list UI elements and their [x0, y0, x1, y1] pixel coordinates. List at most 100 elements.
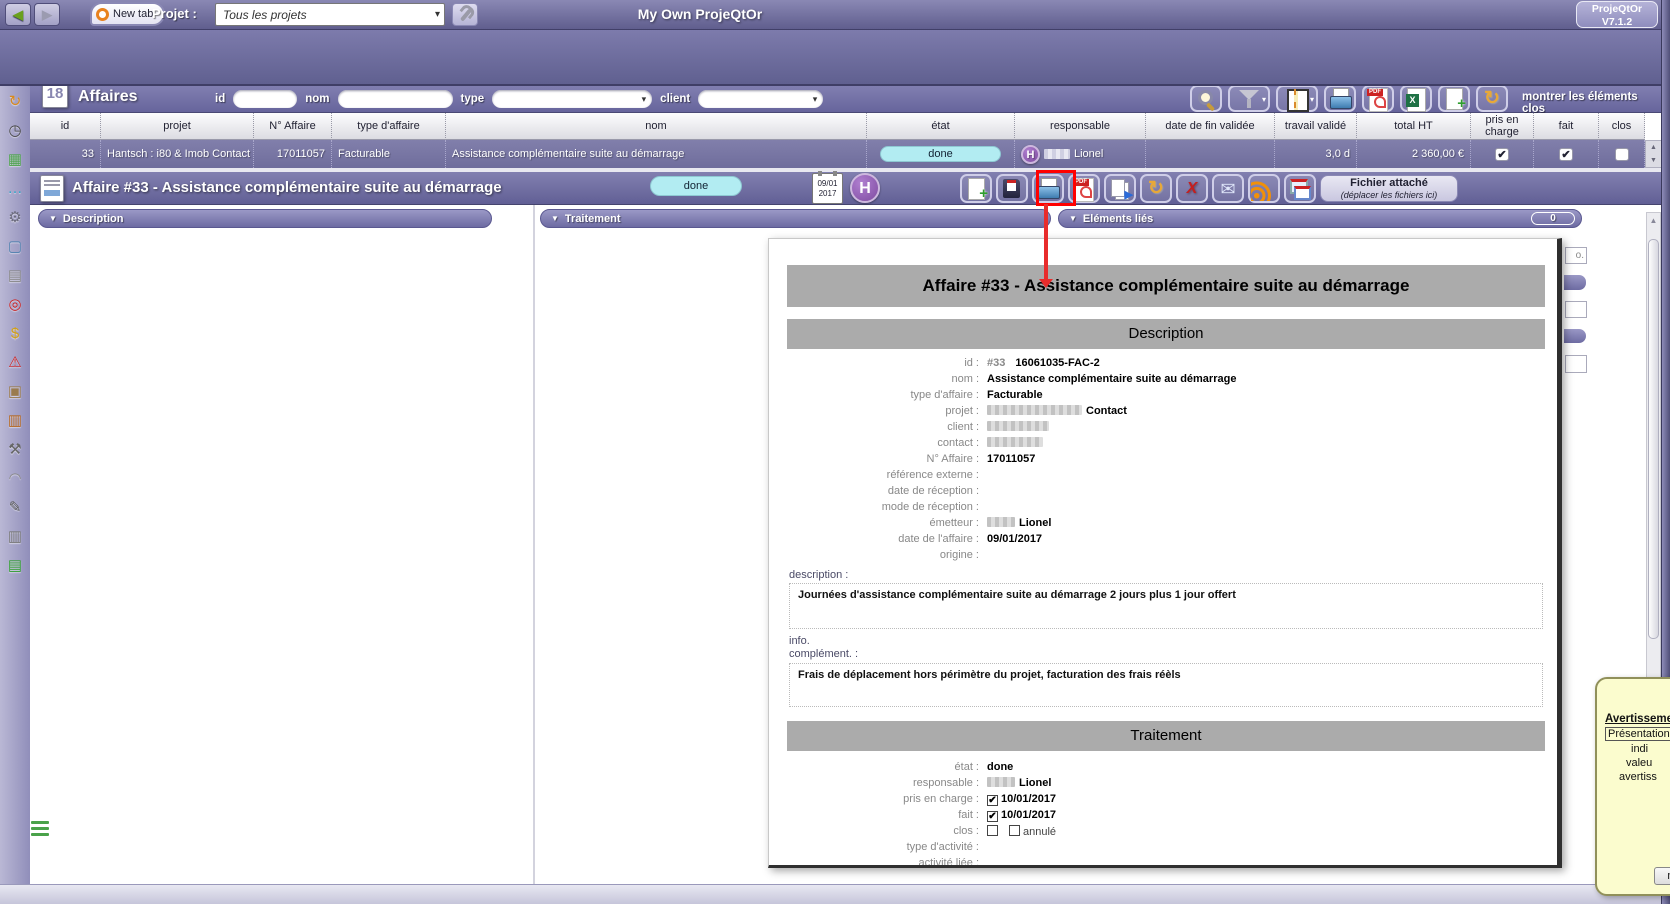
caret-down-icon: ▾	[1310, 95, 1314, 104]
project-select[interactable]: Tous les projets ▾	[215, 3, 445, 26]
add-button[interactable]: +	[1438, 85, 1470, 112]
pdf-field-label: date de l'affaire :	[769, 533, 979, 545]
green-doc-icon[interactable]: ▤	[8, 557, 22, 574]
scroll-down-icon[interactable]: ▼	[1646, 154, 1661, 167]
copy-button[interactable]: ▶	[1104, 174, 1136, 203]
excel-button[interactable]: X	[1400, 85, 1432, 112]
print-button[interactable]	[1324, 85, 1356, 112]
columns-button[interactable]: ▾	[1276, 85, 1318, 112]
search-button[interactable]	[1190, 85, 1222, 112]
column-header-projet[interactable]: projet	[101, 113, 254, 140]
warning-dismiss-button[interactable]: m	[1654, 867, 1670, 885]
column-header-type-d-affaire[interactable]: type d'affaire	[332, 113, 446, 140]
mag-icon	[1193, 87, 1219, 111]
mail-button[interactable]: ✉	[1212, 174, 1244, 203]
panel-title: Description	[63, 213, 124, 225]
row-cell: 3,0 d	[1275, 140, 1357, 168]
filter-id-input[interactable]	[233, 90, 297, 108]
org-chart-icon[interactable]: ▦	[8, 151, 22, 168]
app-title: My Own ProjeQtOr	[638, 6, 762, 22]
responsible-avatar: H	[850, 173, 880, 203]
column-header-fait[interactable]: fait	[1534, 113, 1599, 140]
refresh-button[interactable]: ↻	[1140, 174, 1172, 203]
column-header-nom[interactable]: nom	[446, 113, 867, 140]
clone-button[interactable]	[1284, 174, 1316, 203]
pdf-icon: PDF	[1365, 87, 1391, 111]
gear-icon[interactable]: ⚙	[8, 209, 21, 226]
pen-icon[interactable]: ✎	[9, 499, 22, 516]
row-cell: 33	[30, 140, 101, 168]
money-bag-icon[interactable]: $	[11, 325, 19, 342]
obscured-fragment	[1565, 355, 1587, 373]
pdf-button[interactable]: PDF	[1362, 85, 1394, 112]
obscured-fragment	[1565, 301, 1587, 318]
annotation-arrow	[1044, 204, 1048, 280]
checkbox[interactable]	[1615, 148, 1629, 161]
description-panel-header[interactable]: ▼ Description	[38, 209, 492, 228]
filter-type-select[interactable]: ▾	[492, 90, 652, 108]
monitor-icon[interactable]: ▢	[8, 238, 22, 255]
pdf-field-label: client :	[769, 421, 979, 433]
target-icon[interactable]: ◎	[8, 296, 21, 313]
column-header-pris-en-charge[interactable]: pris en charge	[1471, 113, 1534, 140]
pdf-field-label: nom :	[769, 373, 979, 385]
panel-resizer[interactable]	[533, 205, 535, 884]
column-header-date-de-fin-valid-e[interactable]: date de fin validée	[1146, 113, 1275, 140]
new-button[interactable]: +	[960, 174, 992, 203]
redacted-text	[987, 421, 1049, 431]
presentation-link[interactable]: Présentation	[1605, 727, 1670, 741]
forward-button[interactable]: ▶	[34, 3, 60, 26]
list-toolbar: ▾ ▾ PDF X+↻	[1190, 85, 1508, 112]
drawer-icon[interactable]: ▥	[8, 528, 22, 545]
column-header-n-affaire[interactable]: N° Affaire	[254, 113, 332, 140]
rss-button[interactable]	[1248, 174, 1280, 203]
collapse-icon[interactable]: ▼	[1069, 214, 1077, 223]
filter-client-select[interactable]: ▾	[698, 90, 823, 108]
history-icon[interactable]: ↻	[9, 93, 22, 110]
table-row[interactable]: 33Hantsch : i80 & Imob Contact17011057Fa…	[30, 140, 1645, 168]
linked-elements-panel-header[interactable]: ▼ Eléments liés 0	[1058, 209, 1582, 228]
version-badge: ProjeQtOr V7.1.2	[1576, 1, 1658, 28]
pdf-info-label: info.	[789, 635, 810, 647]
attach-label: Fichier attaché	[1321, 176, 1457, 190]
warning-text: indivaleuavertiss	[1605, 743, 1670, 783]
attach-file-dropzone[interactable]: Fichier attaché (déplacer les fichiers i…	[1320, 175, 1458, 202]
menu-toggle-button[interactable]	[31, 821, 49, 839]
delete-button[interactable]: X	[1176, 174, 1208, 203]
tools-icon[interactable]: ⚒	[8, 441, 21, 458]
filter-name-input[interactable]	[338, 90, 453, 108]
chat-icon[interactable]: …	[8, 180, 23, 197]
warning-title: Avertissement	[1605, 713, 1670, 725]
collapse-icon[interactable]: ▼	[49, 214, 57, 223]
checkbox[interactable]: ✔	[1559, 148, 1573, 161]
checkbox[interactable]: ✔	[1495, 148, 1509, 161]
scroll-up-icon[interactable]: ▲	[1646, 141, 1661, 154]
column-header-total-ht[interactable]: total HT	[1357, 113, 1471, 140]
pdf-field-label: mode de réception :	[769, 501, 979, 513]
collapse-icon[interactable]: ▼	[551, 214, 559, 223]
column-header-id[interactable]: id	[30, 113, 101, 140]
treatment-panel-header[interactable]: ▼ Traitement	[540, 209, 1051, 228]
table-scrollbar[interactable]: ▲ ▼	[1645, 140, 1662, 168]
pdf-field-value	[987, 437, 1047, 449]
pdf-info-box: Frais de déplacement hors périmètre du p…	[789, 663, 1543, 707]
form-icon[interactable]: ▤	[8, 267, 22, 284]
compass-icon[interactable]: ◠	[8, 470, 21, 487]
save-button[interactable]	[996, 174, 1028, 203]
filter-button[interactable]: ▾	[1228, 85, 1270, 112]
back-button[interactable]: ◀	[5, 3, 31, 26]
refresh-button[interactable]: ↻	[1476, 85, 1508, 112]
warning-icon[interactable]: ⚠	[8, 354, 21, 371]
box-icon[interactable]: ▣	[8, 383, 22, 400]
column-header-tat[interactable]: état	[867, 113, 1015, 140]
pdf-field-label: N° Affaire :	[769, 453, 979, 465]
basket-icon[interactable]: ▥	[8, 412, 22, 429]
column-header-responsable[interactable]: responsable	[1015, 113, 1146, 140]
project-settings-button[interactable]	[452, 3, 478, 26]
scrollbar-thumb[interactable]	[1648, 239, 1659, 639]
new-tab-label: New tab	[113, 8, 153, 20]
scroll-up-icon[interactable]: ▲	[1647, 214, 1660, 228]
clock-icon[interactable]: ◷	[8, 122, 21, 139]
column-header-clos[interactable]: clos	[1599, 113, 1645, 140]
column-header-travail-valid[interactable]: travail validé	[1275, 113, 1357, 140]
